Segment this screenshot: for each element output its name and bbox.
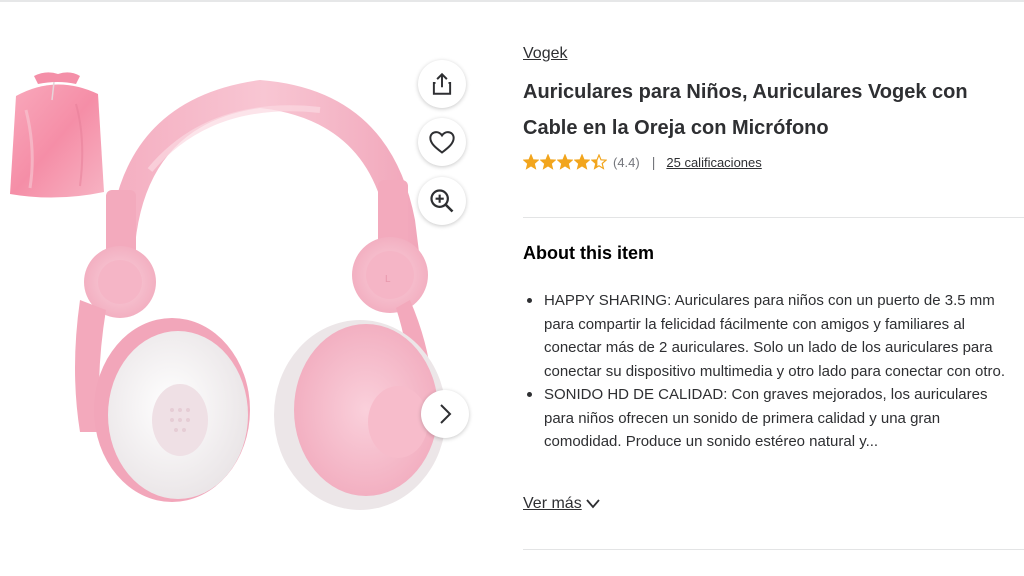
share-icon: [432, 72, 452, 95]
next-image-button[interactable]: [421, 390, 469, 438]
zoom-in-icon: [430, 189, 454, 213]
main-product-image[interactable]: L: [60, 70, 460, 520]
star-rating: [523, 154, 607, 170]
star-icon: [540, 154, 556, 170]
see-more-label: Ver más: [523, 495, 582, 512]
list-item: HAPPY SHARING: Auriculares para niños co…: [523, 289, 1015, 383]
see-more-button[interactable]: Ver más: [523, 495, 601, 513]
heart-icon: [429, 131, 455, 154]
about-bullets: HAPPY SHARING: Auriculares para niños co…: [523, 289, 1015, 454]
divider: [523, 549, 1024, 550]
chevron-down-icon: [586, 499, 600, 509]
star-icon: [557, 154, 573, 170]
headphones-image: L: [75, 80, 446, 510]
share-button[interactable]: [418, 60, 466, 108]
about-heading: About this item: [523, 243, 654, 263]
chevron-right-icon: [440, 404, 452, 424]
rating-separator: |: [651, 154, 656, 170]
product-title: Auriculares para Niños, Auriculares Voge…: [523, 81, 968, 139]
brand-link[interactable]: Vogek: [523, 45, 567, 63]
list-item: SONIDO HD DE CALIDAD: Con graves mejorad…: [523, 383, 1015, 454]
favorite-button[interactable]: [418, 118, 466, 166]
top-border: [0, 0, 1024, 2]
rating-row: (4.4) | 25 calificaciones: [523, 152, 762, 172]
divider: [523, 217, 1024, 218]
rating-value: (4.4): [613, 154, 640, 170]
svg-text:L: L: [385, 274, 391, 285]
star-icon: [574, 154, 590, 170]
star-icon: [523, 154, 539, 170]
star-icon: [591, 154, 607, 170]
ratings-count-link[interactable]: 25 calificaciones: [666, 155, 761, 170]
zoom-button[interactable]: [418, 177, 466, 225]
